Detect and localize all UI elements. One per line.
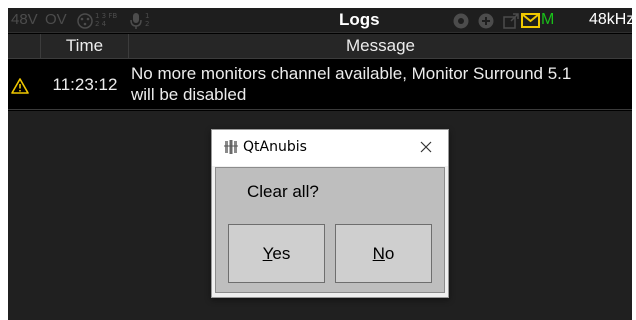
mail-indicator-label: M bbox=[541, 11, 555, 28]
routing-icon bbox=[77, 13, 93, 29]
mail-icon[interactable] bbox=[521, 13, 540, 28]
logs-window: 48V OV 1 3 FB 2 4 1 2 Logs M 48kHz Time … bbox=[8, 8, 632, 320]
status-bar: 48V OV 1 3 FB 2 4 1 2 Logs M 48kHz bbox=[8, 8, 632, 33]
sample-rate: 48kHz bbox=[589, 11, 632, 28]
yes-button-mnemonic: Y bbox=[262, 244, 273, 263]
page-title: Logs bbox=[339, 10, 380, 29]
connection-icon bbox=[453, 13, 469, 29]
no-button-label: o bbox=[384, 244, 395, 263]
routing-top-label: 1 3 FB bbox=[95, 12, 118, 20]
mic-bottom-label: 2 bbox=[145, 20, 150, 28]
dialog-titlebar[interactable]: QtAnubis bbox=[212, 130, 448, 166]
app-icon bbox=[224, 140, 238, 154]
dialog-question: Clear all? bbox=[247, 182, 319, 201]
phantom-power-indicator: 48V bbox=[11, 11, 38, 28]
column-header-time[interactable]: Time bbox=[41, 34, 129, 58]
overload-indicator: OV bbox=[45, 11, 67, 28]
table-row[interactable]: 11:23:12 No more monitors channel availa… bbox=[8, 60, 632, 110]
header-corner bbox=[8, 34, 41, 58]
row-message-line-2: will be disabled bbox=[131, 85, 247, 104]
no-button[interactable]: No bbox=[335, 224, 432, 283]
row-message: No more monitors channel available, Moni… bbox=[131, 63, 631, 105]
export-icon bbox=[503, 13, 519, 29]
close-icon[interactable] bbox=[417, 138, 435, 156]
clear-all-dialog: QtAnubis Clear all? Yes No bbox=[211, 129, 449, 298]
dialog-content: Clear all? Yes No bbox=[215, 167, 445, 293]
warning-icon bbox=[11, 78, 29, 94]
dialog-title: QtAnubis bbox=[243, 139, 307, 155]
no-button-mnemonic: N bbox=[372, 244, 385, 263]
microphone-icon bbox=[130, 13, 142, 29]
yes-button[interactable]: Yes bbox=[228, 224, 325, 283]
mic-top-label: 1 bbox=[145, 12, 150, 20]
network-icon bbox=[478, 13, 494, 29]
yes-button-label: es bbox=[272, 244, 291, 263]
routing-bottom-label: 2 4 bbox=[95, 20, 107, 28]
log-table-header: Time Message bbox=[8, 34, 632, 59]
column-header-message[interactable]: Message bbox=[129, 34, 632, 58]
row-message-line-1: No more monitors channel available, Moni… bbox=[131, 64, 572, 83]
row-time: 11:23:12 bbox=[52, 75, 118, 94]
